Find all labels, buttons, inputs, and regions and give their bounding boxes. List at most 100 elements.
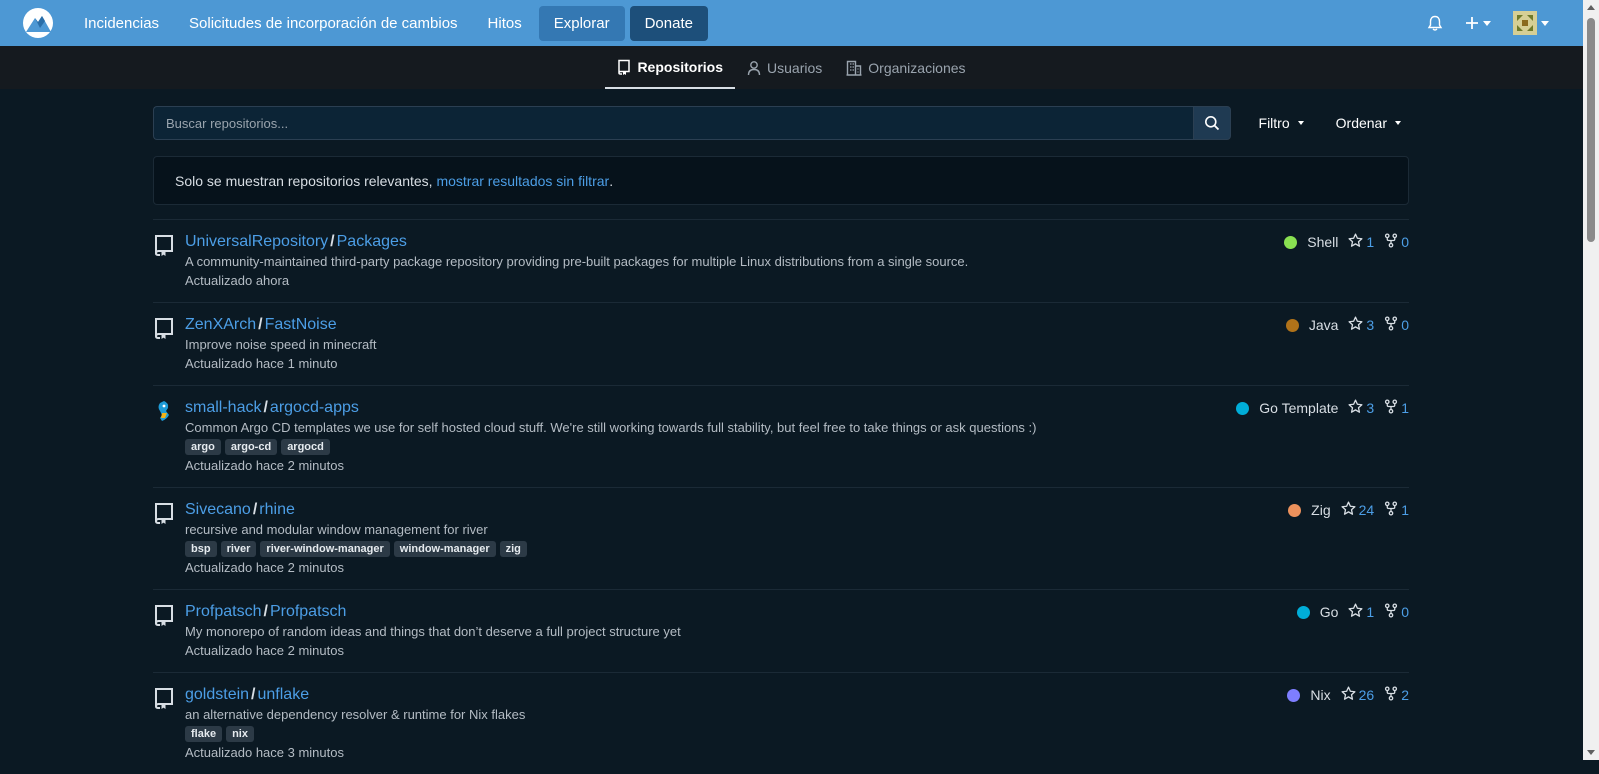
- repo-language: Java: [1308, 317, 1339, 333]
- topic-tag[interactable]: argo-cd: [224, 439, 278, 455]
- repo-title: Sivecano / rhine: [185, 500, 1409, 520]
- notice-suffix: .: [609, 172, 614, 189]
- fork-count: 2: [1401, 687, 1409, 703]
- plus-icon: [1466, 17, 1478, 29]
- organization-icon: [846, 60, 862, 76]
- language-color-dot: [1287, 688, 1301, 702]
- repo-stars[interactable]: 3: [1348, 316, 1374, 334]
- repo-language: Shell: [1307, 234, 1339, 250]
- repo-owner-link[interactable]: Sivecano: [185, 501, 251, 518]
- create-new-menu[interactable]: [1465, 16, 1491, 30]
- nav-explore[interactable]: Explorar: [538, 5, 625, 41]
- repo-forks[interactable]: 0: [1384, 603, 1409, 621]
- fork-icon: [1384, 233, 1398, 251]
- star-icon: [1348, 603, 1363, 621]
- repo-stars[interactable]: 1: [1348, 233, 1374, 251]
- repo-stars[interactable]: 24: [1341, 501, 1375, 519]
- page-scrollbar[interactable]: [1583, 0, 1599, 760]
- tab-repositories[interactable]: Repositorios: [605, 46, 736, 89]
- site-logo-icon[interactable]: [21, 6, 55, 40]
- tab-users[interactable]: Usuarios: [735, 46, 834, 89]
- top-navbar: Incidencias Solicitudes de incorporación…: [0, 0, 1583, 46]
- repo-forks[interactable]: 0: [1384, 316, 1409, 334]
- repo-icon: [618, 59, 631, 75]
- repo-updated: Actualizado hace 1 minuto: [185, 356, 338, 371]
- repo-name-link[interactable]: argocd-apps: [270, 399, 359, 416]
- nav-milestones[interactable]: Hitos: [473, 6, 537, 41]
- repo-owner-link[interactable]: ZenXArch: [185, 316, 256, 333]
- topic-tag[interactable]: zig: [499, 541, 527, 557]
- star-icon: [1348, 233, 1363, 251]
- search-bar: Filtro Ordenar: [153, 106, 1409, 140]
- repo-owner-link[interactable]: small-hack: [185, 399, 261, 416]
- tab-organizations[interactable]: Organizaciones: [834, 46, 977, 89]
- topic-tag[interactable]: argo: [185, 439, 221, 455]
- notice-text: Solo se muestran repositorios relevantes…: [175, 172, 433, 189]
- repo-forks[interactable]: 1: [1384, 399, 1409, 417]
- repo-icon: [153, 687, 175, 709]
- search-button[interactable]: [1192, 106, 1231, 140]
- topic-tag[interactable]: river: [220, 541, 257, 557]
- repo-title: ZenXArch / FastNoise: [185, 315, 1409, 335]
- repo-stars[interactable]: 3: [1348, 399, 1374, 417]
- topic-tag[interactable]: nix: [226, 726, 254, 742]
- repo-updated: Actualizado hace 2 minutos: [185, 560, 344, 575]
- scroll-up-icon[interactable]: [1587, 5, 1595, 10]
- star-count: 1: [1366, 234, 1375, 250]
- repo-owner-link[interactable]: Profpatsch: [185, 603, 261, 620]
- repo-language: Go: [1319, 604, 1339, 620]
- search-input[interactable]: [153, 106, 1193, 140]
- sort-label: Ordenar: [1335, 115, 1387, 131]
- repo-meta: Java 3 0: [1285, 316, 1409, 334]
- relevant-results-notice: Solo se muestran repositorios relevantes…: [153, 156, 1409, 205]
- sort-dropdown[interactable]: Ordenar: [1328, 115, 1409, 131]
- star-count: 24: [1358, 502, 1375, 518]
- repo-name-link[interactable]: rhine: [259, 501, 295, 518]
- topic-tag[interactable]: bsp: [185, 541, 217, 557]
- scroll-down-icon[interactable]: [1587, 750, 1595, 755]
- repo-name-link[interactable]: Packages: [337, 233, 407, 250]
- repo-forks[interactable]: 0: [1384, 233, 1409, 251]
- star-count: 26: [1358, 687, 1375, 703]
- topic-tag[interactable]: flake: [185, 726, 223, 742]
- repo-icon: [153, 317, 175, 339]
- topic-tag[interactable]: window-manager: [393, 541, 496, 557]
- repo-name-link[interactable]: unflake: [258, 686, 310, 703]
- show-unfiltered-link[interactable]: mostrar resultados sin filtrar: [436, 173, 609, 189]
- repo-topics: argo argo-cd argocd: [185, 439, 1409, 455]
- repo-language: Zig: [1311, 502, 1331, 518]
- repo-title: small-hack / argocd-apps: [185, 398, 1409, 418]
- nav-donate[interactable]: Donate: [629, 5, 708, 41]
- language-color-dot: [1236, 401, 1250, 415]
- scroll-thumb[interactable]: [1587, 18, 1595, 242]
- repo-forks[interactable]: 2: [1384, 686, 1409, 704]
- repo-meta: Go Template 3 1: [1236, 399, 1409, 417]
- avatar: [1513, 11, 1537, 35]
- filter-dropdown[interactable]: Filtro: [1251, 115, 1312, 131]
- repo-name-link[interactable]: FastNoise: [265, 316, 337, 333]
- user-menu[interactable]: [1513, 11, 1549, 35]
- topic-tag[interactable]: argocd: [281, 439, 330, 455]
- nav-issues[interactable]: Incidencias: [69, 6, 174, 41]
- topic-tag[interactable]: river-window-manager: [260, 541, 390, 557]
- nav-pull-requests[interactable]: Solicitudes de incorporación de cambios: [174, 6, 472, 41]
- repo-owner-link[interactable]: UniversalRepository: [185, 233, 328, 250]
- star-icon: [1341, 501, 1356, 519]
- repo-updated: Actualizado ahora: [185, 273, 290, 288]
- repo-owner-link[interactable]: goldstein: [185, 686, 249, 703]
- repo-name-link[interactable]: Profpatsch: [270, 603, 346, 620]
- star-icon: [1341, 686, 1356, 704]
- repo-description: My monorepo of random ideas and things t…: [185, 624, 681, 639]
- notifications-bell-icon[interactable]: [1427, 15, 1443, 32]
- tab-label: Organizaciones: [868, 59, 966, 76]
- repo-stars[interactable]: 26: [1341, 686, 1375, 704]
- chevron-down-icon: [1541, 20, 1549, 26]
- repo-forks[interactable]: 1: [1384, 501, 1409, 519]
- tab-label: Repositorios: [637, 58, 724, 75]
- repo-stars[interactable]: 1: [1348, 603, 1374, 621]
- language-color-dot: [1288, 503, 1302, 517]
- filter-label: Filtro: [1258, 115, 1290, 131]
- path-separator: /: [263, 399, 268, 416]
- repo-meta: Zig 24 1: [1288, 501, 1409, 519]
- language-color-dot: [1296, 605, 1310, 619]
